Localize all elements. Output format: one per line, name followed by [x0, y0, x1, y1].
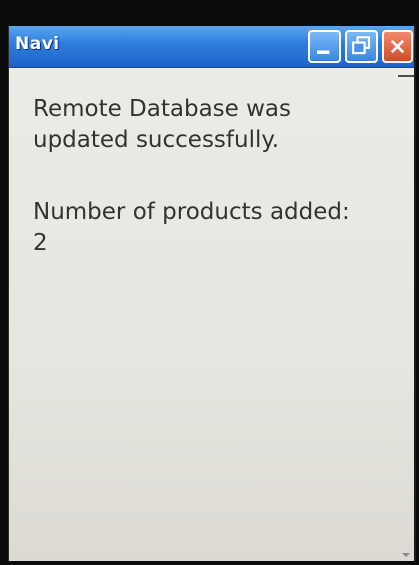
maximize-icon — [352, 36, 371, 55]
product-count-value: 2 — [33, 230, 48, 256]
message-area: Remote Database was updated successfully… — [9, 68, 414, 561]
success-message-line: updated successfully. — [33, 127, 280, 153]
maximize-button[interactable] — [345, 30, 378, 63]
scroll-down-icon[interactable] — [398, 551, 414, 559]
minimize-button[interactable] — [308, 30, 341, 63]
scroll-up-icon[interactable] — [398, 72, 414, 80]
minimize-icon — [317, 50, 330, 54]
product-count: Number of products added: 2 — [33, 197, 383, 259]
product-count-label: Number of products added: — [33, 199, 350, 225]
title-bar: Navi — [9, 26, 414, 68]
window-title: Navi — [15, 34, 60, 54]
close-button[interactable] — [382, 30, 413, 63]
vertical-scrollbar[interactable] — [398, 68, 414, 561]
success-message-line: Remote Database was — [33, 96, 291, 122]
success-message: Remote Database was updated successfully… — [33, 94, 383, 156]
close-icon — [390, 39, 405, 54]
device-screen: Navi Remote Database was updated success… — [8, 26, 416, 561]
